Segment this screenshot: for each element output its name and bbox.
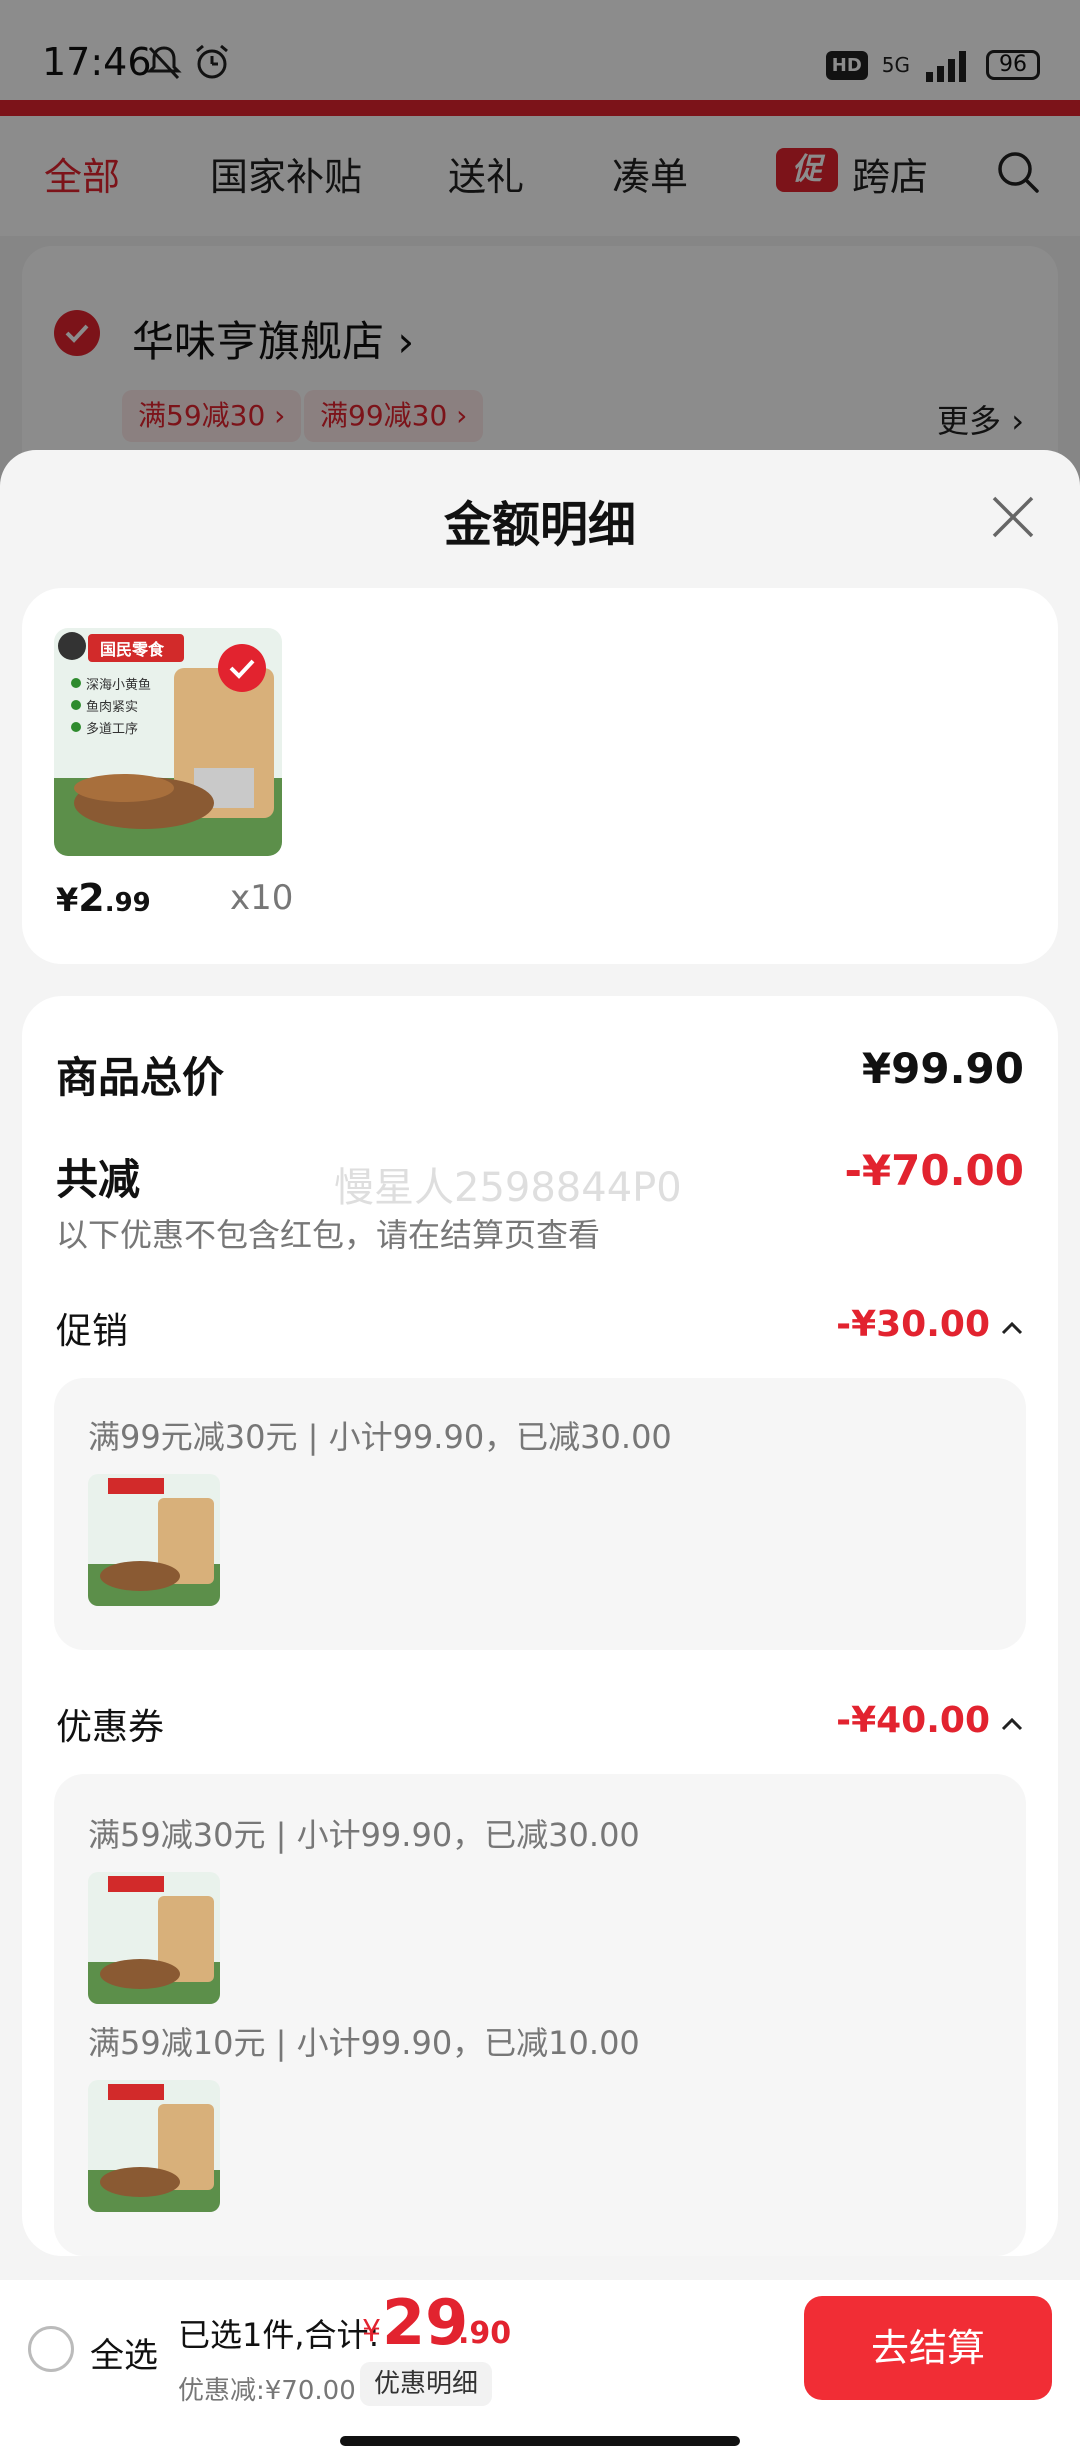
total-discount-label: 共减 [56,1155,141,1204]
coupon-item-text: 满59减30元 | 小计99.90，已减30.00 [88,1816,640,1854]
promotion-value[interactable]: -¥30.00 [836,1304,990,1345]
sheet-title: 金额明细 [443,497,636,553]
image-bullet: 鱼肉紧实 [86,700,139,715]
total-yen: ¥ [362,2314,382,2349]
close-icon[interactable] [986,490,1040,544]
promotion-item-thumbnail [88,1474,220,1606]
price-decimal: .99 [104,888,151,918]
image-brand-text: 国民零食 [100,640,165,659]
total-integer: 29 [382,2286,469,2359]
product-quantity: x10 [230,878,294,918]
coupon-item-text: 满59减10元 | 小计99.90，已减10.00 [88,2024,640,2062]
total-decimal: .90 [458,2316,512,2351]
discount-amount: 优惠减:¥70.00 [178,2376,356,2406]
home-indicator [340,2436,740,2446]
select-all-radio[interactable] [28,2326,74,2372]
coupon-item-thumbnail [88,1872,220,2004]
watermark: 慢星人2598844P0 [334,1165,682,1211]
chevron-up-icon[interactable] [1000,1316,1024,1340]
image-bullet: 多道工序 [86,722,139,737]
total-price-value: ¥99.90 [861,1044,1024,1093]
coupon-item-thumbnail [88,2080,220,2212]
promotion-item-text: 满99元减30元 | 小计99.90，已减30.00 [88,1418,672,1456]
coupon-label: 优惠券 [56,1707,165,1748]
selected-total-label: 已选1件,合计: [178,2316,380,2354]
total-price-label: 商品总价 [56,1053,225,1102]
image-bullet: 深海小黄鱼 [86,678,152,693]
promotion-label: 促销 [56,1311,129,1352]
discount-detail-button[interactable]: 优惠明细 [360,2362,493,2406]
price-integer: 2 [78,876,105,920]
discount-note: 以下优惠不包含红包，请在结算页查看 [56,1216,601,1254]
price-yen: ¥ [56,881,79,919]
product-check-icon[interactable] [218,644,266,692]
checkout-button[interactable]: 去结算 [804,2296,1052,2400]
select-all-label[interactable]: 全选 [90,2328,158,2377]
product-price: ¥2.99 [56,876,151,920]
coupon-value[interactable]: -¥40.00 [836,1700,990,1741]
chevron-up-icon[interactable] [1000,1712,1024,1736]
total-discount-value: -¥70.00 [844,1146,1024,1195]
